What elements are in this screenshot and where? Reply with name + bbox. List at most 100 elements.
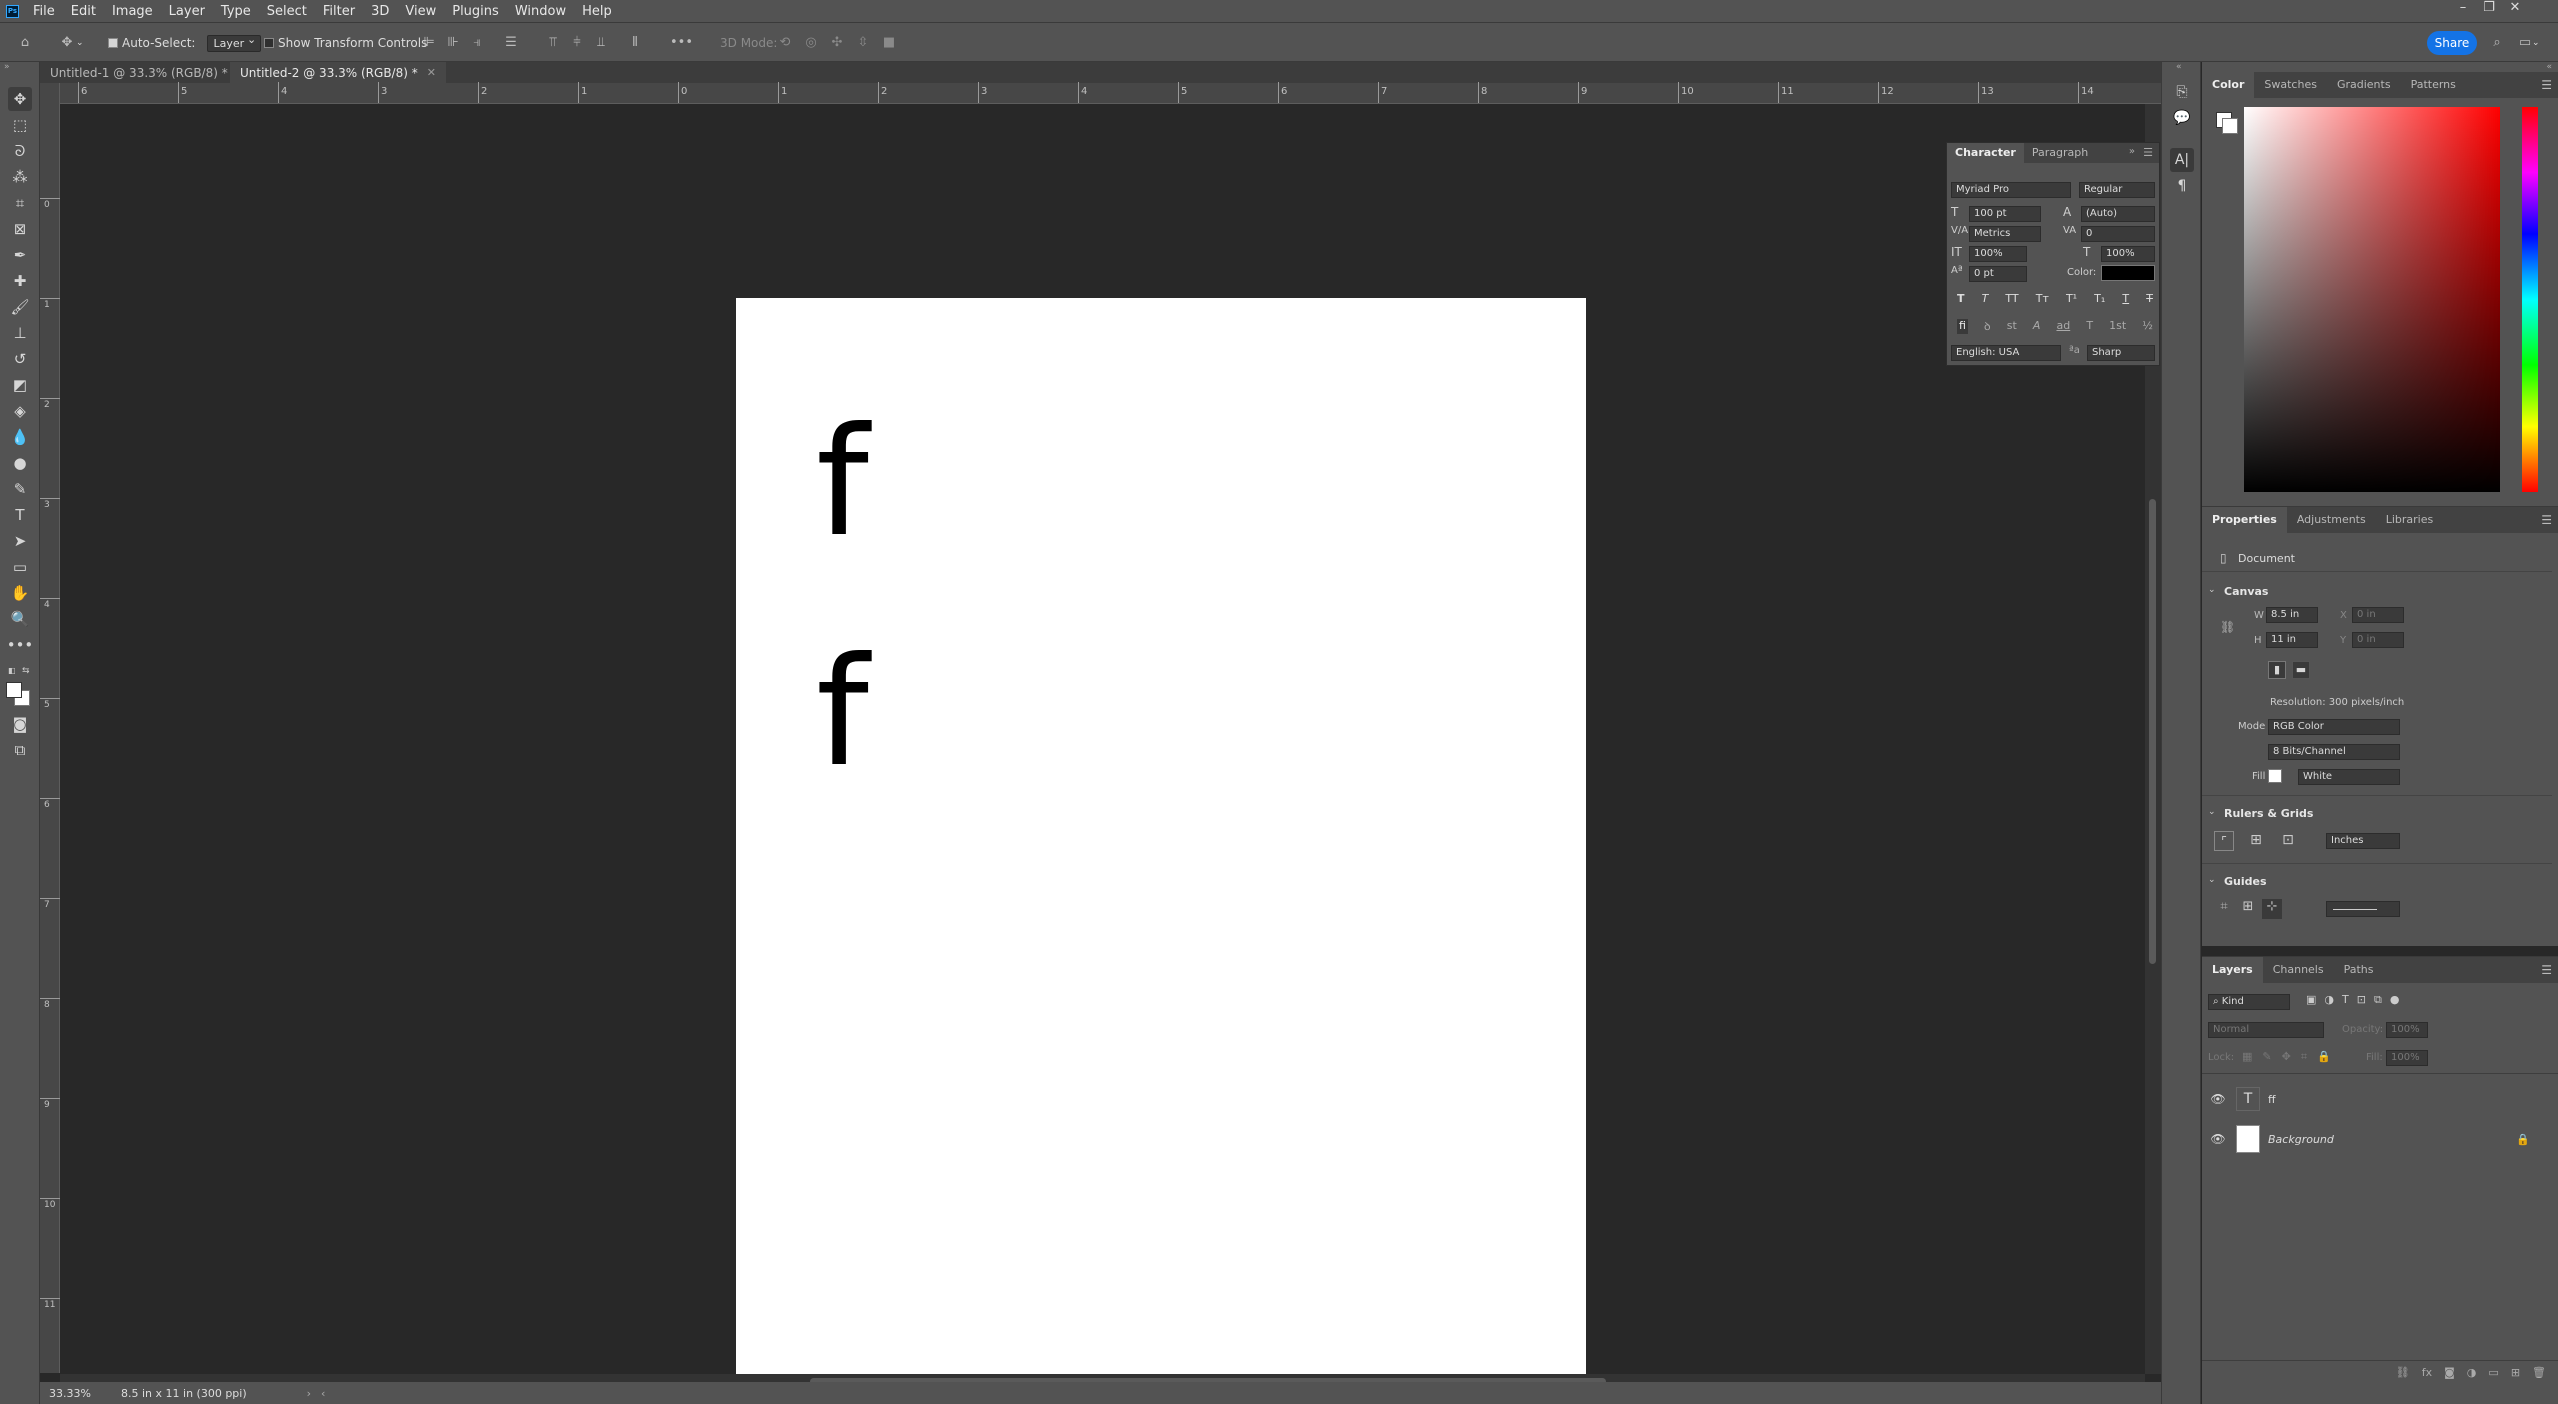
fill-swatch[interactable] [2268, 769, 2282, 783]
language-select[interactable]: English: USA [1951, 345, 2061, 361]
superscript-button[interactable]: T¹ [2066, 292, 2077, 305]
search-icon[interactable]: ⌕ [2490, 23, 2504, 63]
align-top-icon[interactable]: ⫪ [546, 36, 560, 50]
auto-select-checkbox[interactable] [108, 38, 118, 48]
paint-bucket-tool-icon[interactable]: ◈ [8, 399, 32, 423]
status-arrow-icon[interactable]: › [307, 1387, 311, 1400]
width-input[interactable]: 8.5 in [2266, 607, 2318, 623]
lasso-tool-icon[interactable]: ᘐ [8, 139, 32, 163]
expand-panels-icon[interactable]: « [2176, 62, 2182, 72]
panel-menu-icon[interactable]: ☰ [2541, 513, 2552, 527]
tab-adjustments[interactable]: Adjustments [2287, 507, 2376, 533]
close-tab-icon[interactable]: ✕ [427, 66, 436, 79]
vertical-scale-input[interactable]: 100% [1969, 246, 2027, 262]
color-field[interactable] [2244, 107, 2500, 492]
3d-roll-icon[interactable]: ◎ [804, 36, 818, 50]
history-brush-tool-icon[interactable]: ↺ [8, 347, 32, 371]
status-arrow-left-icon[interactable]: ‹ [321, 1387, 325, 1400]
bit-depth-select[interactable]: 8 Bits/Channel [2268, 744, 2400, 760]
align-right-icon[interactable]: ⫣ [470, 36, 484, 50]
height-input[interactable]: 11 in [2266, 632, 2318, 648]
filter-smart-object-icon[interactable]: ⧉ [2374, 993, 2382, 1007]
leading-input[interactable]: (Auto) [2081, 206, 2155, 222]
horizontal-scale-input[interactable]: 100% [2101, 246, 2155, 262]
align-middle-icon[interactable]: ⫩ [570, 36, 584, 50]
character-panel-icon[interactable]: A| [2170, 148, 2194, 172]
zoom-tool-icon[interactable]: 🔍 [8, 607, 32, 631]
menu-filter[interactable]: Filter [315, 4, 363, 19]
tab-untitled-1[interactable]: Untitled-1 @ 33.3% (RGB/8) * ✕ [40, 62, 256, 83]
titling-alternates-button[interactable]: ad [2056, 319, 2070, 334]
move-tool-icon[interactable]: ✥ [8, 87, 32, 111]
color-background-swatch[interactable] [2222, 118, 2238, 134]
type-tool-icon[interactable]: T [8, 503, 32, 527]
dodge-tool-icon[interactable]: ● [8, 451, 32, 475]
menu-select[interactable]: Select [259, 4, 315, 19]
new-adjustment-icon[interactable]: ◑ [2467, 1366, 2477, 1379]
blur-tool-icon[interactable]: 💧 [8, 425, 32, 449]
menu-window[interactable]: Window [507, 4, 574, 19]
collapse-dock-icon[interactable]: « [2546, 62, 2552, 72]
text-color-swatch[interactable] [2101, 265, 2155, 281]
lock-position-icon[interactable]: ✥ [2282, 1050, 2291, 1064]
collapse-panel-icon[interactable]: » [2129, 146, 2135, 157]
ordinals-button[interactable]: 1st [2109, 319, 2126, 334]
lock-artboard-icon[interactable]: ⌗ [2301, 1050, 2307, 1064]
magic-wand-tool-icon[interactable]: ⁂ [8, 165, 32, 189]
align-bottom-icon[interactable]: ⫫ [594, 36, 608, 50]
subscript-button[interactable]: T₁ [2094, 292, 2105, 305]
scroll-thumb[interactable] [2149, 499, 2156, 964]
all-caps-button[interactable]: TT [2005, 292, 2018, 305]
small-caps-button[interactable]: Tт [2036, 292, 2049, 305]
3d-slide-icon[interactable]: ⇳ [856, 36, 870, 50]
lock-image-icon[interactable]: ✎ [2262, 1050, 2271, 1064]
ligatures-button[interactable]: fi [1957, 319, 1968, 334]
new-layer-icon[interactable]: ⊞ [2511, 1366, 2520, 1379]
more-options-icon[interactable]: ••• [670, 36, 693, 50]
menu-3d[interactable]: 3D [363, 4, 397, 19]
font-style-select[interactable]: Regular [2079, 182, 2155, 198]
link-icon[interactable]: ⛓ [2220, 620, 2235, 634]
foreground-color-swatch[interactable] [6, 682, 22, 698]
hand-tool-icon[interactable]: ✋ [8, 581, 32, 605]
y-input[interactable]: 0 in [2352, 632, 2404, 648]
tab-paths[interactable]: Paths [2334, 957, 2384, 983]
opacity-input[interactable]: 100% [2386, 1022, 2428, 1038]
tab-layers[interactable]: Layers [2202, 957, 2263, 983]
underline-button[interactable]: T [2122, 292, 2129, 305]
eraser-tool-icon[interactable]: ◩ [8, 373, 32, 397]
blend-mode-select[interactable]: Normal [2208, 1022, 2324, 1038]
menu-plugins[interactable]: Plugins [444, 4, 507, 19]
comments-panel-icon[interactable]: 💬 [2170, 106, 2194, 130]
lock-transparent-icon[interactable]: ▦ [2242, 1050, 2252, 1064]
kerning-select[interactable]: Metrics [1969, 226, 2041, 242]
guide-layout-icon[interactable]: ⊹ [2262, 899, 2282, 919]
history-panel-icon[interactable]: ⎘ [2170, 80, 2194, 104]
tab-gradients[interactable]: Gradients [2327, 72, 2401, 98]
guide-color-select[interactable] [2326, 901, 2400, 917]
strikethrough-button[interactable]: T [2146, 292, 2153, 305]
faux-italic-button[interactable]: T [1982, 292, 1989, 305]
chevron-down-icon[interactable]: ⌄ [2208, 585, 2216, 595]
font-size-input[interactable]: 100 pt [1969, 206, 2041, 222]
add-mask-icon[interactable]: ◙ [2444, 1366, 2455, 1379]
menu-type[interactable]: Type [213, 4, 259, 19]
stylistic-alternates-button[interactable]: st [2007, 319, 2017, 334]
zoom-level[interactable]: 33.33% [49, 1387, 109, 1400]
align-left-icon[interactable]: ⊫ [422, 36, 436, 50]
share-button[interactable]: Share [2427, 31, 2477, 55]
link-layers-icon[interactable]: ⛓ [2396, 1366, 2410, 1379]
restore-icon[interactable]: ❐ [2476, 0, 2502, 15]
swash-button[interactable]: A [2033, 319, 2041, 334]
menu-edit[interactable]: Edit [63, 4, 104, 19]
clone-stamp-tool-icon[interactable]: ⊥ [8, 321, 32, 345]
units-select[interactable]: Inches [2326, 833, 2400, 849]
layer-row-background[interactable]: 👁 Background 🔒 [2202, 1119, 2552, 1159]
home-icon[interactable]: ⌂ [18, 23, 32, 63]
baseline-shift-input[interactable]: 0 pt [1969, 266, 2027, 282]
text-glyph[interactable]: f [816, 638, 869, 788]
pen-tool-icon[interactable]: ✎ [8, 477, 32, 501]
layer-name[interactable]: ff [2268, 1093, 2276, 1106]
rectangle-tool-icon[interactable]: ▭ [8, 555, 32, 579]
swap-colors-icon[interactable]: ⇆ [22, 666, 32, 676]
